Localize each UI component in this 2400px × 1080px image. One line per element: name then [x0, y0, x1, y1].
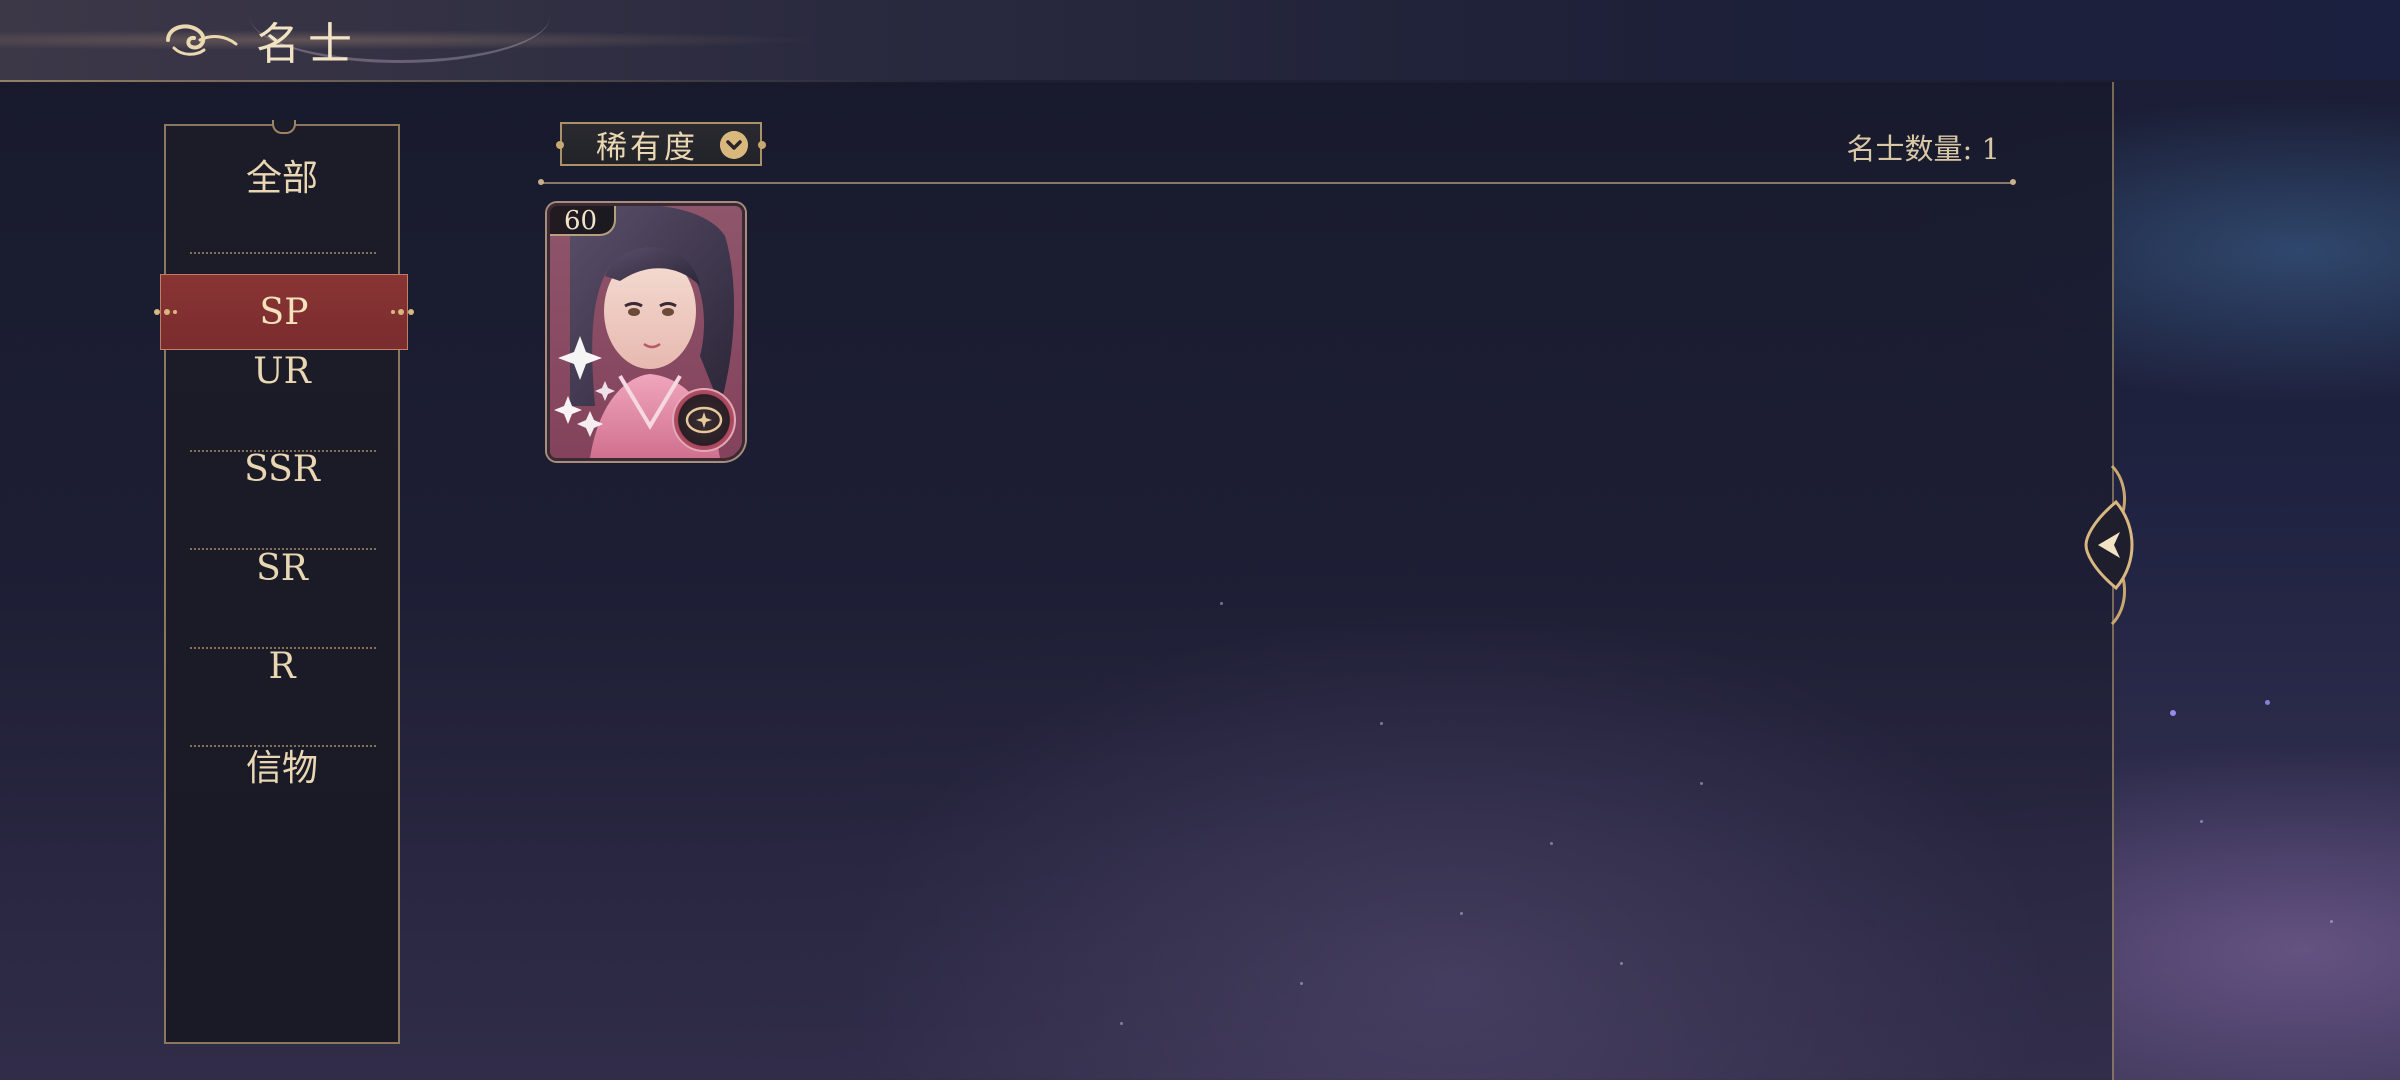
sidebar-divider — [190, 252, 376, 254]
ornament-icon — [391, 309, 414, 315]
sidebar-item-label: R — [268, 645, 296, 687]
star-decor — [1380, 722, 1383, 725]
sidebar-item-label: 全部 — [245, 158, 318, 199]
character-card[interactable]: 60 — [547, 203, 745, 461]
sidebar-item-ur[interactable]: UR — [166, 322, 398, 420]
star-decor — [1550, 842, 1553, 845]
sidebar-item-all[interactable]: 全部 — [166, 126, 398, 224]
chevron-down-icon — [720, 131, 748, 159]
rarity-sidebar: 全部 SP UR SSR SR R 信物 — [154, 120, 414, 1044]
sidebar-item-r[interactable]: R — [166, 617, 398, 715]
star-decor — [1700, 782, 1703, 785]
character-count: 名士数量: 1 — [1846, 132, 2000, 166]
dropdown-label: 稀有度 — [596, 129, 698, 166]
star-decor — [2170, 710, 2176, 716]
level-badge: 60 — [550, 206, 616, 236]
sidebar-item-label: SR — [256, 547, 308, 589]
header-bar: 名士 — [0, 0, 2400, 82]
star-decor — [1120, 1022, 1123, 1025]
star-decor — [1220, 602, 1223, 605]
sidebar-item-ssr[interactable]: SSR — [166, 420, 398, 518]
ornament-icon — [556, 141, 564, 149]
star-decor — [2265, 700, 2270, 705]
compass-emblem-icon — [672, 388, 736, 452]
star-decor — [1460, 912, 1463, 915]
sidebar-item-sr[interactable]: SR — [166, 519, 398, 617]
rarity-sort-dropdown[interactable]: 稀有度 — [556, 122, 766, 166]
sidebar-item-label: SSR — [244, 448, 320, 490]
page-title: 名士 — [256, 19, 360, 70]
swirl-back-icon[interactable] — [160, 14, 240, 64]
star-decor — [2330, 920, 2333, 923]
star-decor — [2200, 820, 2203, 823]
toolbar-divider — [538, 179, 2016, 185]
sidebar-item-keepsake[interactable]: 信物 — [166, 716, 398, 814]
star-decor — [1620, 962, 1623, 965]
ornament-icon — [154, 309, 177, 315]
star-decor — [1300, 982, 1303, 985]
arrow-left-icon[interactable] — [2072, 462, 2134, 628]
sidebar-item-label: UR — [253, 350, 311, 392]
ornament-icon — [758, 141, 766, 149]
sidebar-item-label: 信物 — [245, 748, 318, 789]
